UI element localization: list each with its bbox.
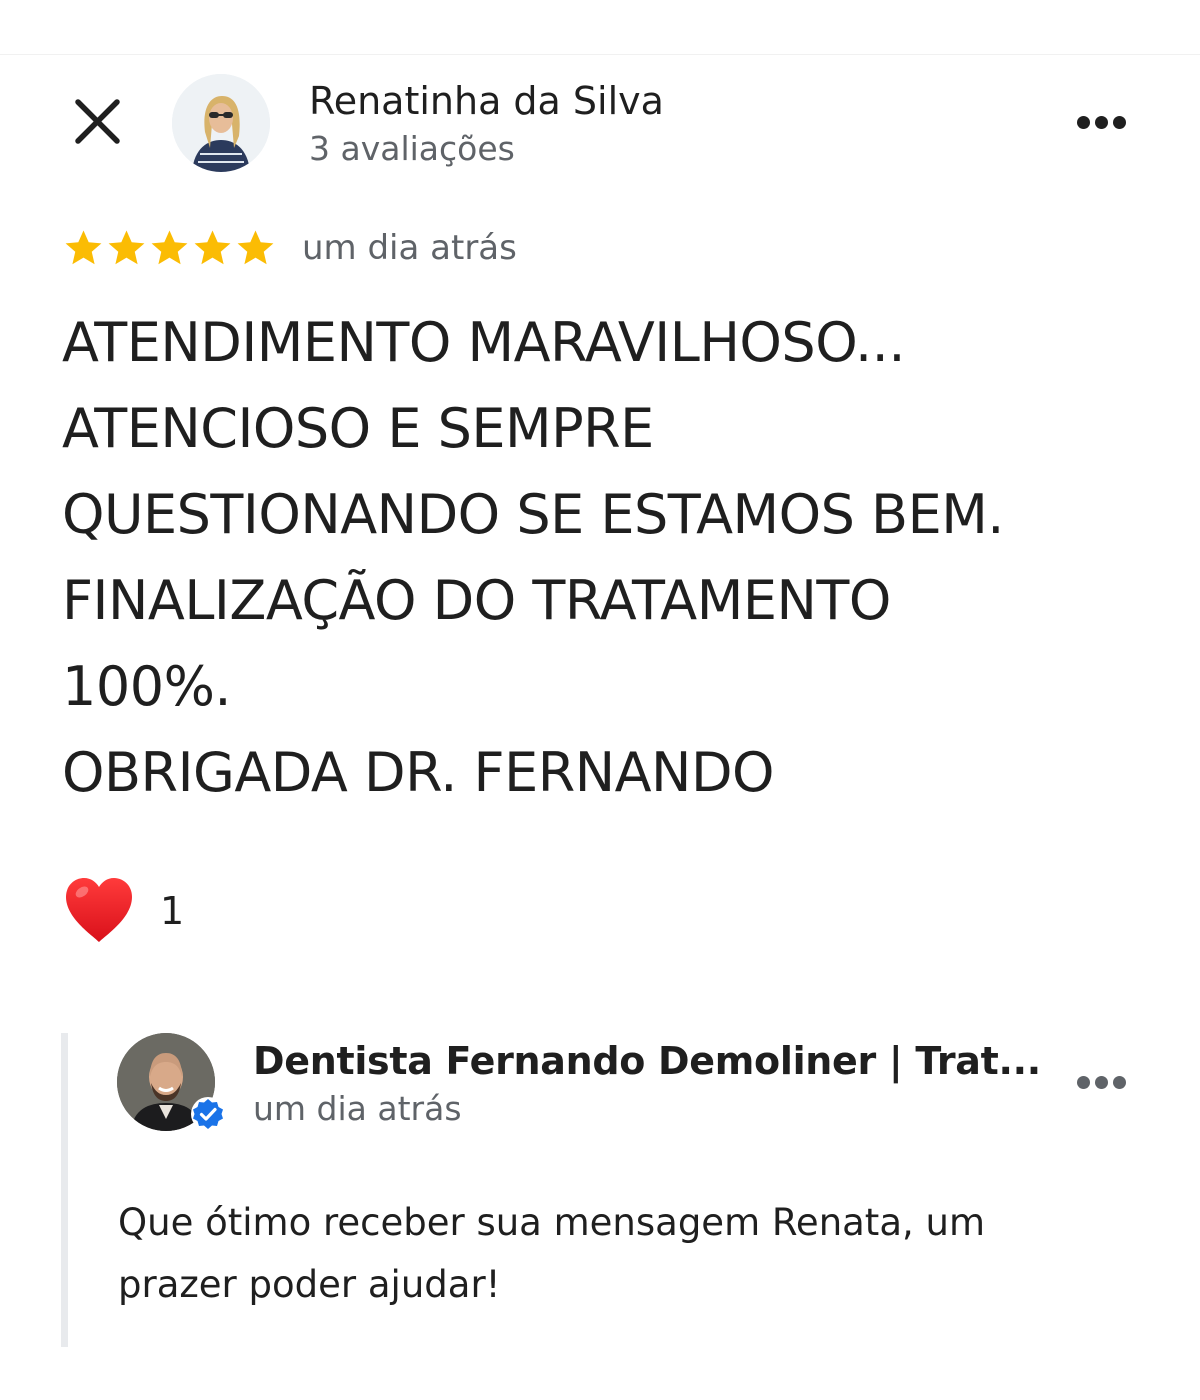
- review-text-line: ATENCIOSO E SEMPRE: [62, 397, 654, 460]
- review-text-line: QUESTIONANDO SE ESTAMOS BEM.: [62, 483, 1004, 546]
- more-horizontal-icon: [1077, 116, 1090, 129]
- reaction-count: 1: [160, 889, 185, 933]
- star-icon: [151, 230, 188, 265]
- close-icon: [75, 99, 120, 144]
- owner-reply-date: um dia atrás: [253, 1089, 462, 1128]
- reply-indent-bar: [61, 1033, 68, 1347]
- review-text-line: ATENDIMENTO MARAVILHOSO...: [62, 311, 906, 374]
- review-text-line: 100%.: [62, 655, 232, 718]
- reply-text-line: prazer poder ajudar!: [118, 1263, 501, 1306]
- star-icon: [108, 230, 145, 265]
- reply-text-line: Que ótimo receber sua mensagem Renata, u…: [118, 1201, 986, 1244]
- reviewer-photo: [172, 74, 270, 172]
- red-heart-icon: [66, 878, 132, 942]
- star-icon: [237, 230, 274, 265]
- more-horizontal-icon: [1077, 1076, 1090, 1089]
- review-more-options-button[interactable]: [1074, 108, 1134, 138]
- owner-name[interactable]: Dentista Fernando Demoliner | Trat...: [253, 1038, 1041, 1084]
- more-dot: [1113, 116, 1126, 129]
- reviewer-review-count[interactable]: 3 avaliações: [309, 128, 515, 170]
- review-text: ATENDIMENTO MARAVILHOSO... ATENCIOSO E S…: [62, 300, 1142, 816]
- more-dot: [1095, 116, 1108, 129]
- star-icon: [194, 230, 231, 265]
- reply-more-options-button[interactable]: [1074, 1068, 1134, 1098]
- top-sheet-edge: [0, 0, 1200, 55]
- star-icon: [65, 230, 102, 265]
- verified-badge-icon: [191, 1097, 225, 1131]
- more-dot: [1095, 1076, 1108, 1089]
- reviewer-avatar[interactable]: [172, 74, 270, 172]
- reviewer-name[interactable]: Renatinha da Silva: [309, 78, 664, 124]
- close-button[interactable]: [68, 92, 130, 154]
- more-dot: [1113, 1076, 1126, 1089]
- heart-reaction-button[interactable]: [62, 874, 136, 946]
- star-rating: [62, 224, 277, 272]
- review-text-line: FINALIZAÇÃO DO TRATAMENTO: [62, 569, 891, 632]
- review-text-line: OBRIGADA DR. FERNANDO: [62, 741, 775, 804]
- owner-reply-text: Que ótimo receber sua mensagem Renata, u…: [118, 1192, 1078, 1316]
- review-date: um dia atrás: [302, 228, 517, 268]
